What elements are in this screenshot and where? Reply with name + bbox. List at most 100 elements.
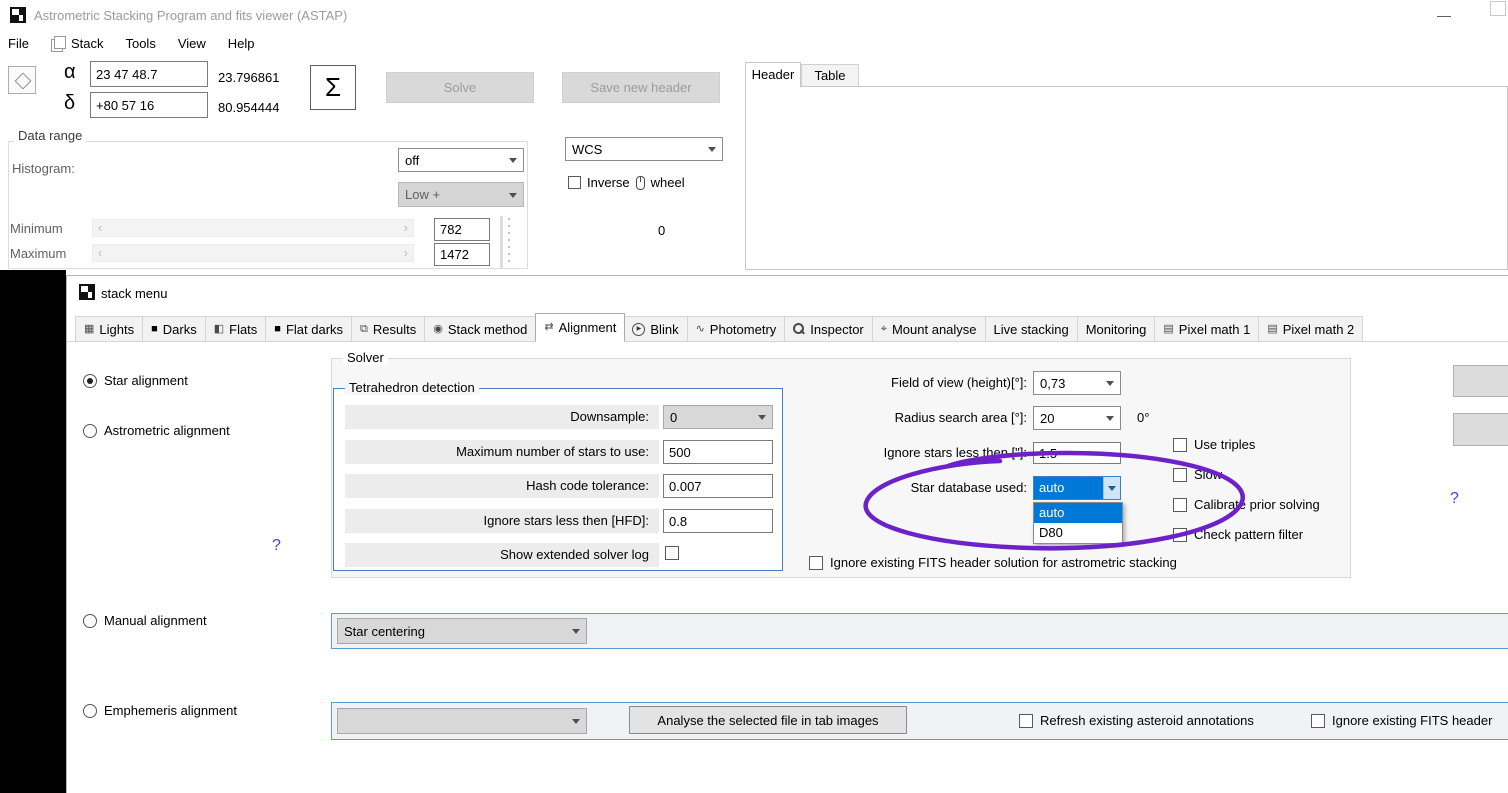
minimum-slider[interactable] xyxy=(92,219,414,237)
tab-live-stacking[interactable]: Live stacking xyxy=(985,316,1078,342)
use-triples-checkbox-row[interactable]: Use triples xyxy=(1173,437,1255,452)
dec-input[interactable] xyxy=(90,92,208,118)
maximize-button[interactable] xyxy=(1490,1,1506,16)
app-icon xyxy=(10,7,26,23)
analyse-selected-file-button[interactable]: Analyse the selected file in tab images xyxy=(629,706,907,734)
ra-input[interactable] xyxy=(90,61,208,87)
tab-results[interactable]: ⧉ Results xyxy=(352,316,426,342)
tab-inspector[interactable]: Inspector xyxy=(785,316,873,342)
wcs-combo-value: WCS xyxy=(572,141,603,157)
tab-pixel-math-1[interactable]: ▤ Pixel math 1 xyxy=(1155,316,1260,342)
minimum-value-input[interactable] xyxy=(434,218,490,241)
dropdown-option-auto[interactable]: auto xyxy=(1034,503,1122,523)
wheel-label: wheel xyxy=(650,175,685,190)
help-question-mark[interactable]: ? xyxy=(1450,490,1459,508)
tab-label: Flat darks xyxy=(285,321,344,337)
downsample-value: 0 xyxy=(670,409,678,425)
stack-menu-window: stack menu ▦ Lights ■ Darks ◧ Flats ■ Flat dark… xyxy=(66,275,1508,793)
tab-header[interactable]: Header xyxy=(745,62,801,87)
pixel-math-icon: ▤ xyxy=(1267,322,1278,335)
fov-combo[interactable]: 0,73 xyxy=(1033,371,1121,395)
tab-stack-method[interactable]: ◉ Stack method xyxy=(425,316,537,342)
tab-mount-analyse[interactable]: ⌖ Mount analyse xyxy=(872,316,986,342)
ignore-existing-fits-header-checkbox-row[interactable]: Ignore existing FITS header xyxy=(1311,713,1492,728)
tab-flat-darks[interactable]: ■ Flat darks xyxy=(266,316,353,342)
calibrate-prior-solving-checkbox[interactable] xyxy=(1173,497,1187,512)
ephemeris-object-combo[interactable] xyxy=(337,708,587,734)
tab-label: Inspector xyxy=(810,321,864,337)
dropdown-option-d80[interactable]: D80 xyxy=(1034,523,1122,543)
radio-star-alignment[interactable]: Star alignment xyxy=(83,373,188,388)
star-database-combo[interactable]: auto xyxy=(1033,476,1121,500)
hash-tolerance-label: Hash code tolerance: xyxy=(345,474,659,498)
results-pages-icon: ⧉ xyxy=(360,322,368,335)
radio-ephemeris-alignment[interactable]: Emphemeris alignment xyxy=(83,703,237,718)
flat-frame-icon: ◧ xyxy=(213,322,225,335)
side-button[interactable] xyxy=(1453,413,1508,446)
tab-pixel-math-2[interactable]: ▤ Pixel math 2 xyxy=(1259,316,1364,342)
inverse-mouse-wheel-row: Inverse wheel xyxy=(568,175,685,190)
sigma-button[interactable]: Σ xyxy=(310,65,356,110)
radius-search-combo[interactable]: 20 xyxy=(1033,406,1121,430)
manual-method-combo[interactable]: Star centering xyxy=(337,618,587,644)
use-triples-checkbox[interactable] xyxy=(1173,437,1187,452)
stretch-combo[interactable]: off xyxy=(398,148,524,172)
check-pattern-filter-checkbox-row[interactable]: Check pattern filter xyxy=(1173,527,1303,542)
help-question-mark[interactable]: ? xyxy=(272,537,281,555)
tab-flats[interactable]: ◧ Flats xyxy=(205,316,267,342)
menu-tools[interactable]: Tools xyxy=(125,36,155,51)
image-canvas[interactable] xyxy=(0,270,66,793)
tab-lights[interactable]: ▦ Lights xyxy=(75,316,144,342)
tab-photometry[interactable]: ∿ Photometry xyxy=(687,316,786,342)
inverse-wheel-checkbox[interactable] xyxy=(568,176,581,189)
ignore-existing-fits-header-checkbox[interactable] xyxy=(1311,713,1325,728)
refresh-asteroid-annotations-checkbox-row[interactable]: Refresh existing asteroid annotations xyxy=(1019,713,1254,728)
menu-file[interactable]: File xyxy=(8,36,29,51)
deepsky-annotation-button[interactable] xyxy=(8,66,36,94)
tab-alignment[interactable]: ⇄ Alignment xyxy=(535,313,626,342)
tab-blink[interactable]: ▶ Blink xyxy=(624,316,688,342)
radio-label: Manual alignment xyxy=(104,613,207,628)
star-database-value: auto xyxy=(1034,477,1103,499)
extended-log-checkbox[interactable] xyxy=(665,546,679,560)
fine-range-slider[interactable] xyxy=(497,216,513,268)
radio-icon xyxy=(83,703,97,718)
play-circle-icon: ▶ xyxy=(632,322,646,336)
tab-monitoring[interactable]: Monitoring xyxy=(1077,316,1156,342)
radio-manual-alignment[interactable]: Manual alignment xyxy=(83,613,207,628)
fits-header-panel[interactable] xyxy=(745,86,1508,270)
ignore-existing-fits-header-label: Ignore existing FITS header xyxy=(1332,713,1493,728)
solve-button[interactable]: Solve xyxy=(386,72,534,103)
menu-stack[interactable]: Stack xyxy=(50,36,103,52)
ignore-fits-header-checkbox[interactable] xyxy=(809,555,823,570)
menu-view[interactable]: View xyxy=(178,36,206,51)
photometry-curve-icon: ∿ xyxy=(695,322,705,335)
min-star-size-input[interactable] xyxy=(1033,442,1121,464)
side-button[interactable] xyxy=(1453,365,1508,397)
wcs-combo[interactable]: WCS xyxy=(565,137,723,161)
max-stars-label: Maximum number of stars to use: xyxy=(345,440,659,464)
alignment-arrows-icon: ⇄ xyxy=(544,321,554,333)
slow-checkbox-row[interactable]: Slow xyxy=(1173,467,1222,482)
calibrate-prior-solving-checkbox-row[interactable]: Calibrate prior solving xyxy=(1173,497,1320,512)
radio-astrometric-alignment[interactable]: Astrometric alignment xyxy=(83,423,230,438)
hfd-limit-input[interactable] xyxy=(663,509,773,533)
ignore-fits-header-checkbox-row[interactable]: Ignore existing FITS header solution for… xyxy=(809,555,1177,570)
chevron-down-icon[interactable] xyxy=(1103,477,1120,499)
min-star-size-label: Ignore stars less then ["]: xyxy=(883,445,1027,460)
refresh-asteroid-annotations-checkbox[interactable] xyxy=(1019,713,1033,728)
radius-readout: 0° xyxy=(1137,410,1150,425)
tab-darks[interactable]: ■ Darks xyxy=(143,316,206,342)
maximum-slider[interactable] xyxy=(92,244,414,262)
tab-table[interactable]: Table xyxy=(801,64,859,87)
minimize-button[interactable]: — xyxy=(1430,6,1458,24)
hfd-limit-label: Ignore stars less then [HFD]: xyxy=(345,509,659,533)
maximum-value-input[interactable] xyxy=(434,243,490,266)
slow-checkbox[interactable] xyxy=(1173,467,1187,482)
check-pattern-filter-checkbox[interactable] xyxy=(1173,527,1187,542)
radius-value: 20 xyxy=(1040,410,1055,426)
range-combo[interactable]: Low + xyxy=(398,182,524,207)
star-database-dropdown-list: auto D80 xyxy=(1033,502,1123,544)
menu-help[interactable]: Help xyxy=(228,36,255,51)
save-new-header-button[interactable]: Save new header xyxy=(562,72,720,103)
